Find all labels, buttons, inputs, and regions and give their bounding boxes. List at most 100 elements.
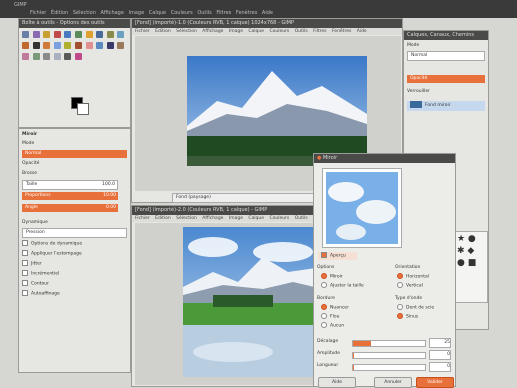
border-title: Bordure <box>317 296 335 301</box>
image1-menu[interactable]: Fichier Édition Sélection Affichage Imag… <box>132 28 402 35</box>
radio-icon <box>321 322 327 328</box>
help-button[interactable]: Aide <box>318 377 356 388</box>
splatter-brush-icon: ✱ ◆ <box>457 246 475 256</box>
image2-canvas[interactable] <box>135 223 329 385</box>
layers-title: Calques, Canaux, Chemins <box>404 31 488 40</box>
amplitude-value[interactable]: 0 <box>429 350 451 360</box>
radio-sine[interactable]: Sinus <box>394 313 457 321</box>
pencil-tool-icon[interactable] <box>64 42 72 49</box>
radio-label: Sinus <box>406 314 419 320</box>
clone-tool-icon[interactable] <box>117 42 125 49</box>
tool-options-panel: Miroir Mode Normal Opacité Brosse Taille… <box>18 128 131 373</box>
length-slider[interactable] <box>352 364 426 371</box>
check-contour[interactable]: Contour <box>19 280 130 288</box>
proportions-slider[interactable]: Proportions 10.00 <box>22 192 118 200</box>
measure-tool-icon[interactable] <box>64 53 72 60</box>
dialog-title: ● Miroir <box>314 154 455 163</box>
size-slider[interactable]: Taille 100.0 <box>22 180 118 190</box>
rotate-tool-icon[interactable] <box>85 31 93 38</box>
tool-grid <box>19 28 130 65</box>
amplitude-slider[interactable] <box>352 352 426 359</box>
orientation-title: Orientation <box>395 265 421 270</box>
options-mode-label: Mode <box>22 141 35 146</box>
check-label: Options de dynamique <box>31 241 83 247</box>
opacity-label: Opacité <box>22 161 40 166</box>
radio-shade[interactable]: Nuancer <box>318 304 381 312</box>
smudge-tool-icon[interactable] <box>32 53 40 60</box>
mode-select[interactable]: Normal <box>22 150 127 158</box>
angle-slider[interactable]: Angle 0.00 <box>22 204 118 212</box>
lasso-tool-icon[interactable] <box>43 31 51 38</box>
text-tool-icon[interactable] <box>32 42 40 49</box>
star-brush-icon: ★ ● <box>457 234 476 244</box>
brush-grid[interactable]: ★ ● ✱ ◆ ● ■ <box>454 231 488 303</box>
dynamics-select[interactable]: Pression <box>22 228 127 238</box>
offset-slider[interactable] <box>352 340 426 347</box>
radio-blur[interactable]: Flou <box>318 313 381 321</box>
ellipse-select-tool-icon[interactable] <box>32 31 40 38</box>
radio-label: Nuancer <box>330 305 349 311</box>
scale-tool-icon[interactable] <box>96 31 104 38</box>
length-label: Longueur <box>317 363 339 368</box>
crop-tool-icon[interactable] <box>74 31 82 38</box>
scissors-tool-icon[interactable] <box>64 31 72 38</box>
reflected-photo <box>183 227 323 377</box>
radio-mirror[interactable]: Miroir <box>318 273 381 281</box>
check-label: Appliquer l'estompage <box>31 251 82 257</box>
radio-sawtooth[interactable]: Dent de scie <box>394 304 457 312</box>
check-jitter[interactable]: Jitter <box>19 260 130 268</box>
gradient-tool-icon[interactable] <box>53 42 61 49</box>
check-label: Contour <box>31 281 49 287</box>
checkbox-icon <box>22 250 28 256</box>
image-window-2: [Fond] (importé)-2.0 (Couleurs RVB, 1 ca… <box>131 205 331 387</box>
dialog-title-text: Miroir <box>322 155 338 161</box>
dodge-tool-icon[interactable] <box>43 53 51 60</box>
length-value[interactable]: 0 <box>429 362 451 372</box>
flip-tool-icon[interactable] <box>22 42 29 49</box>
radio-icon <box>397 304 403 310</box>
layers-mode-select[interactable]: Normal <box>407 51 485 61</box>
cancel-button[interactable]: Annuler <box>374 377 412 388</box>
radio-vertical[interactable]: Vertical <box>394 282 457 290</box>
brush-tool-icon[interactable] <box>74 42 82 49</box>
check-incremental[interactable]: Incrémentiel <box>19 270 130 278</box>
layers-opacity-slider[interactable]: Opacité <box>407 75 485 83</box>
heal-tool-icon[interactable] <box>22 53 29 60</box>
bg-color-swatch[interactable] <box>77 103 89 115</box>
airbrush-tool-icon[interactable] <box>96 42 104 49</box>
layer-item[interactable]: Fond miroir <box>407 101 485 111</box>
rect-select-tool-icon[interactable] <box>22 31 29 38</box>
check-dynamics[interactable]: Options de dynamique <box>19 240 130 248</box>
offset-value[interactable]: 25 <box>429 338 451 348</box>
fuzzy-select-tool-icon[interactable] <box>53 31 61 38</box>
checkbox-icon <box>22 290 28 296</box>
radio-fit[interactable]: Ajuster la taille <box>318 282 381 290</box>
top-menu[interactable]: Fichier Édition Sélection Affichage Imag… <box>30 10 273 16</box>
round-brush-icon: ● ■ <box>457 258 477 268</box>
offset-label: Décalage <box>317 339 339 344</box>
preview-frame <box>322 168 402 248</box>
eraser-tool-icon[interactable] <box>85 42 93 49</box>
shear-tool-icon[interactable] <box>106 31 114 38</box>
radio-horizontal[interactable]: Horizontal <box>394 273 457 281</box>
check-label: Autoaffinage <box>31 291 60 297</box>
image2-menu[interactable]: Fichier Édition Sélection Affichage Imag… <box>132 215 330 222</box>
checkbox-icon <box>321 252 327 258</box>
ok-button[interactable]: Valider <box>416 377 454 388</box>
ink-tool-icon[interactable] <box>106 42 114 49</box>
size-value: 100.0 <box>102 182 115 187</box>
zoom-tool-icon[interactable] <box>74 53 82 60</box>
radio-none[interactable]: Aucun <box>318 322 381 330</box>
layer-name: Fond miroir <box>425 103 451 108</box>
radio-label: Horizontal <box>406 274 429 280</box>
length-slider-fill <box>353 365 355 370</box>
radio-label: Miroir <box>330 274 343 280</box>
layers-mode-label: Mode <box>407 43 420 48</box>
check-sharpen[interactable]: Autoaffinage <box>19 290 130 298</box>
bucket-tool-icon[interactable] <box>43 42 51 49</box>
preview-toggle[interactable]: Aperçu <box>318 252 357 260</box>
check-fade[interactable]: Appliquer l'estompage <box>19 250 130 258</box>
blur-tool-icon[interactable] <box>53 53 61 60</box>
radio-icon <box>321 273 327 279</box>
perspective-tool-icon[interactable] <box>117 31 125 38</box>
